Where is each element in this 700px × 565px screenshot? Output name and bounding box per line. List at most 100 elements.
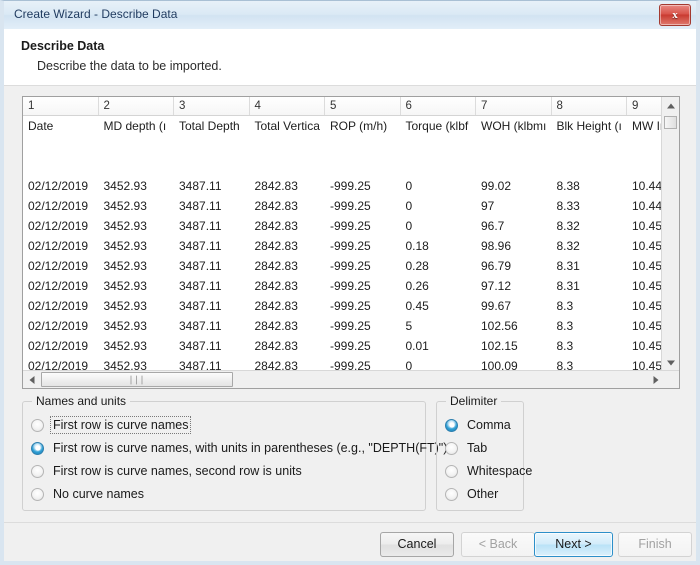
grid-cell[interactable]: 2842.83: [250, 316, 326, 336]
grid-cell[interactable]: Date: [23, 116, 99, 136]
grid-cell[interactable]: 3452.93: [99, 236, 175, 256]
grid-cell[interactable]: -999.25: [325, 196, 401, 216]
grid-cell[interactable]: 02/12/2019: [23, 216, 99, 236]
grid-cell[interactable]: 2842.83: [250, 236, 326, 256]
horizontal-scrollbar-thumb[interactable]: ∣∣∣: [41, 372, 233, 387]
grid-cell[interactable]: 3487.11: [174, 276, 250, 296]
grid-cell[interactable]: 3452.93: [99, 356, 175, 370]
table-row[interactable]: 02/12/2019 3452.93 3487.11 2842.83 -999.25 0.…: [23, 236, 679, 256]
grid-cell[interactable]: 3452.93: [99, 196, 175, 216]
grid-cell[interactable]: 0.01: [401, 336, 477, 356]
close-button[interactable]: x: [659, 4, 691, 26]
grid-cell[interactable]: 02/12/2019: [23, 256, 99, 276]
grid-cell[interactable]: 3452.93: [99, 276, 175, 296]
grid-cell[interactable]: 100.09: [476, 356, 552, 370]
delimiter-option[interactable]: Whitespace: [445, 460, 534, 482]
radio-button-icon[interactable]: [445, 418, 458, 432]
grid-cell[interactable]: 8.32: [552, 216, 628, 236]
scroll-right-arrow-icon[interactable]: [647, 371, 664, 388]
grid-cell[interactable]: 99.67: [476, 296, 552, 316]
cancel-button[interactable]: Cancel: [380, 532, 454, 557]
vertical-scrollbar-thumb[interactable]: [664, 116, 677, 129]
grid-cell[interactable]: 3452.93: [99, 256, 175, 276]
grid-column-header[interactable]: 7: [476, 97, 552, 115]
grid-cell[interactable]: 3452.93: [99, 216, 175, 236]
grid-cell[interactable]: -999.25: [325, 216, 401, 236]
grid-cell[interactable]: 3487.11: [174, 316, 250, 336]
table-row[interactable]: 02/12/2019 3452.93 3487.11 2842.83 -999.25 0.…: [23, 336, 679, 356]
grid-cell[interactable]: 02/12/2019: [23, 276, 99, 296]
grid-cell[interactable]: -999.25: [325, 236, 401, 256]
grid-cell[interactable]: 2842.83: [250, 196, 326, 216]
grid-cell[interactable]: 2842.83: [250, 216, 326, 236]
grid-cell[interactable]: 02/12/2019: [23, 236, 99, 256]
grid-cell[interactable]: 02/12/2019: [23, 336, 99, 356]
grid-cell[interactable]: 2842.83: [250, 356, 326, 370]
grid-curve-names-row[interactable]: Date MD depth (ı Total Depth Total Vertica R…: [23, 116, 679, 136]
radio-button-icon[interactable]: [445, 441, 458, 455]
grid-cell[interactable]: 0: [401, 176, 477, 196]
grid-cell[interactable]: -999.25: [325, 256, 401, 276]
scroll-up-arrow-icon[interactable]: [662, 97, 679, 114]
table-row[interactable]: 02/12/2019 3452.93 3487.11 2842.83 -999.25 0 9…: [23, 176, 679, 196]
table-row[interactable]: 02/12/2019 3452.93 3487.11 2842.83 -999.25 0 9…: [23, 216, 679, 236]
next-button[interactable]: Next >: [534, 532, 613, 557]
grid-cell[interactable]: 5: [401, 316, 477, 336]
grid-cell[interactable]: 96.79: [476, 256, 552, 276]
grid-cell[interactable]: 102.15: [476, 336, 552, 356]
table-row[interactable]: 02/12/2019 3452.93 3487.11 2842.83 -999.25 5 1…: [23, 316, 679, 336]
grid-cell[interactable]: 3487.11: [174, 236, 250, 256]
grid-cell[interactable]: 02/12/2019: [23, 296, 99, 316]
names-and-units-option[interactable]: First row is curve names, second row is …: [31, 460, 304, 482]
grid-cell[interactable]: 3487.11: [174, 176, 250, 196]
grid-cell[interactable]: 3487.11: [174, 256, 250, 276]
grid-cell[interactable]: 0.26: [401, 276, 477, 296]
vertical-scrollbar[interactable]: [661, 97, 679, 371]
grid-column-header[interactable]: 3: [174, 97, 250, 115]
table-row[interactable]: 02/12/2019 3452.93 3487.11 2842.83 -999.25 0 1…: [23, 356, 679, 370]
grid-cell[interactable]: Total Vertica: [250, 116, 326, 136]
grid-cell[interactable]: 0.18: [401, 236, 477, 256]
grid-cell[interactable]: ROP (m/h): [325, 116, 401, 136]
horizontal-scrollbar[interactable]: ∣∣∣: [23, 370, 679, 388]
grid-cell[interactable]: 8.3: [552, 356, 628, 370]
grid-cell[interactable]: 2842.83: [250, 336, 326, 356]
grid-cell[interactable]: Torque (klbf: [401, 116, 477, 136]
grid-cell[interactable]: 3452.93: [99, 176, 175, 196]
radio-button-icon[interactable]: [31, 441, 44, 455]
grid-cell[interactable]: 3487.11: [174, 196, 250, 216]
grid-cell[interactable]: 3487.11: [174, 216, 250, 236]
grid-column-header[interactable]: 4: [250, 97, 325, 115]
scroll-down-arrow-icon[interactable]: [662, 354, 679, 371]
grid-cell[interactable]: 0: [401, 216, 477, 236]
table-row[interactable]: 02/12/2019 3452.93 3487.11 2842.83 -999.25 0.…: [23, 256, 679, 276]
grid-cell[interactable]: -999.25: [325, 316, 401, 336]
grid-cell[interactable]: 99.02: [476, 176, 552, 196]
names-and-units-option[interactable]: First row is curve names: [31, 414, 192, 436]
grid-cell[interactable]: 3487.11: [174, 356, 250, 370]
grid-cell[interactable]: 8.3: [552, 296, 628, 316]
grid-cell[interactable]: 2842.83: [250, 296, 326, 316]
grid-column-header[interactable]: 2: [99, 97, 174, 115]
grid-cell[interactable]: WOH (klbmı: [476, 116, 552, 136]
grid-column-header[interactable]: 8: [552, 97, 627, 115]
grid-cell[interactable]: 3452.93: [99, 296, 175, 316]
grid-cell[interactable]: 8.3: [552, 336, 628, 356]
grid-cell[interactable]: 0.45: [401, 296, 477, 316]
grid-cell[interactable]: -999.25: [325, 336, 401, 356]
radio-button-icon[interactable]: [31, 464, 44, 478]
grid-cell[interactable]: MD depth (ı: [99, 116, 175, 136]
names-and-units-option[interactable]: First row is curve names, with units in …: [31, 437, 449, 459]
radio-button-icon[interactable]: [31, 487, 44, 501]
grid-cell[interactable]: 02/12/2019: [23, 176, 99, 196]
grid-cell[interactable]: -999.25: [325, 356, 401, 370]
table-row[interactable]: 02/12/2019 3452.93 3487.11 2842.83 -999.25 0 9…: [23, 196, 679, 216]
table-row[interactable]: 02/12/2019 3452.93 3487.11 2842.83 -999.25 0.…: [23, 276, 679, 296]
grid-cell[interactable]: 02/12/2019: [23, 196, 99, 216]
grid-cell[interactable]: -999.25: [325, 296, 401, 316]
grid-cell[interactable]: 3487.11: [174, 336, 250, 356]
grid-cell[interactable]: 8.32: [552, 236, 628, 256]
grid-cell[interactable]: 2842.83: [250, 176, 326, 196]
grid-cell[interactable]: 02/12/2019: [23, 316, 99, 336]
grid-cell[interactable]: 3487.11: [174, 296, 250, 316]
